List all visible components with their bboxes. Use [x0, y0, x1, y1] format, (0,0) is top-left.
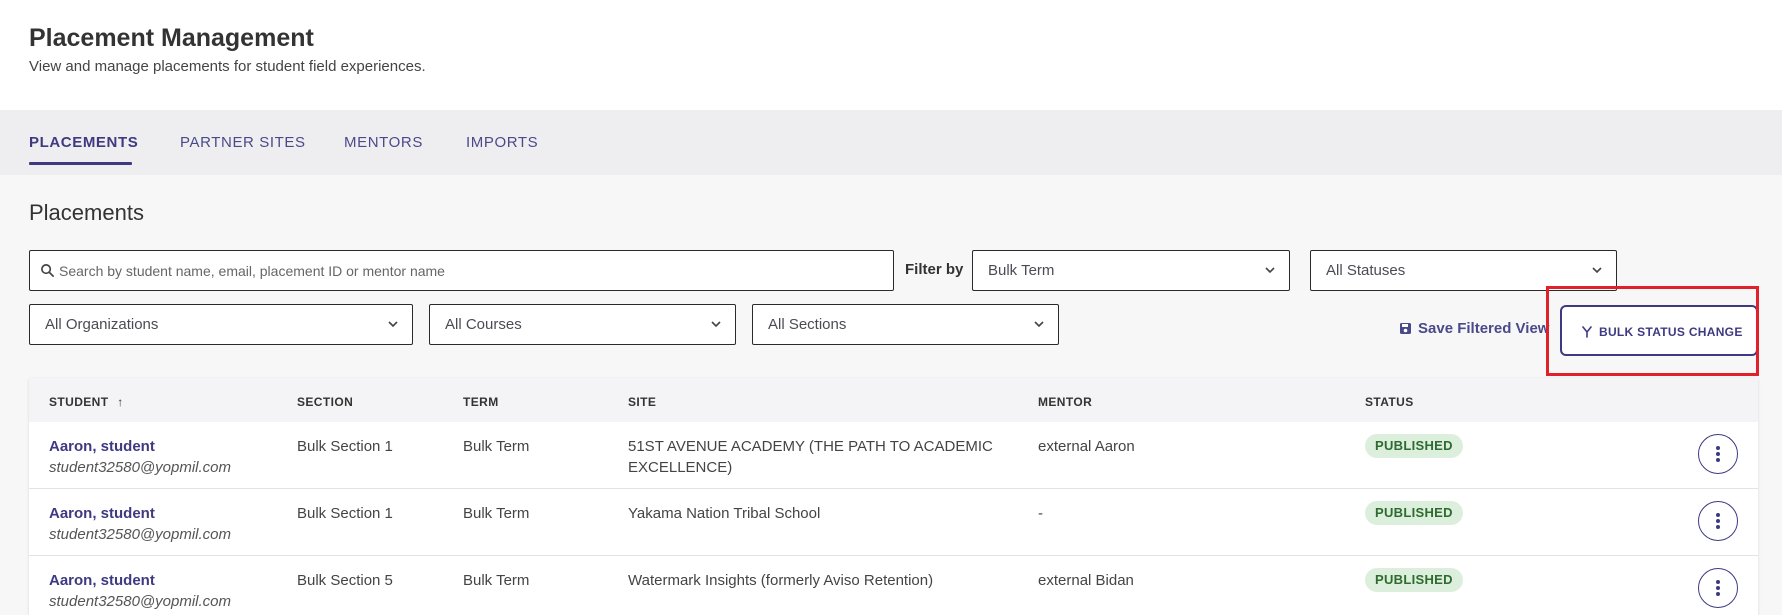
status-badge: PUBLISHED — [1365, 568, 1463, 592]
save-filtered-view-label: Save Filtered View — [1418, 320, 1550, 337]
student-cell: Aaron, student student32580@yopmil.com — [49, 436, 231, 478]
placements-table: STUDENT ↑ SECTION TERM SITE MENTOR STATU… — [29, 378, 1758, 615]
section-cell: Bulk Section 1 — [297, 438, 393, 455]
site-line: Watermark Insights (formerly Aviso Reten… — [628, 572, 934, 589]
status-select-value: All Statuses — [1326, 262, 1406, 279]
mentor-cell: external Aaron — [1038, 438, 1135, 455]
row-actions-button[interactable] — [1698, 568, 1738, 608]
student-name-link[interactable]: Aaron, student — [49, 570, 231, 591]
column-header-term[interactable]: TERM — [463, 395, 499, 409]
site-line: EXCELLENCE) — [628, 459, 733, 476]
table-row: Aaron, student student32580@yopmil.com B… — [29, 422, 1758, 489]
tab-imports[interactable]: IMPORTS — [466, 134, 538, 151]
chevron-down-icon — [1265, 267, 1275, 274]
chevron-down-icon — [711, 321, 721, 328]
student-cell: Aaron, student student32580@yopmil.com — [49, 570, 231, 612]
section-title: Placements — [29, 200, 144, 225]
tab-partner-sites[interactable]: PARTNER SITES — [180, 134, 306, 151]
page-header: Placement Management View and manage pla… — [0, 0, 1782, 110]
page-subtitle: View and manage placements for student f… — [29, 58, 426, 75]
site-line: Yakama Nation Tribal School — [628, 505, 821, 522]
site-cell: Yakama Nation Tribal School — [628, 503, 820, 524]
term-cell: Bulk Term — [463, 505, 530, 522]
save-filtered-view-button[interactable]: Save Filtered View — [1399, 320, 1549, 337]
student-email: student32580@yopmil.com — [49, 459, 231, 476]
term-select-value: Bulk Term — [988, 262, 1055, 279]
organization-select[interactable]: All Organizations — [29, 304, 413, 345]
chevron-down-icon — [388, 321, 398, 328]
mentor-cell: external Bidan — [1038, 572, 1134, 589]
chevron-down-icon — [1034, 321, 1044, 328]
row-actions-button[interactable] — [1698, 501, 1738, 541]
term-cell: Bulk Term — [463, 438, 530, 455]
section-cell: Bulk Section 5 — [297, 572, 393, 589]
site-cell: Watermark Insights (formerly Aviso Reten… — [628, 570, 933, 591]
student-name-link[interactable]: Aaron, student — [49, 436, 231, 457]
bulk-status-change-button[interactable]: BULK STATUS CHANGE — [1560, 305, 1758, 356]
column-header-section[interactable]: SECTION — [297, 395, 353, 409]
site-cell: 51ST AVENUE ACADEMY (THE PATH TO ACADEMI… — [628, 436, 993, 478]
table-row: Aaron, student student32580@yopmil.com B… — [29, 556, 1758, 615]
sort-ascending-icon: ↑ — [117, 395, 124, 409]
tab-bar: PLACEMENTS PARTNER SITES MENTORS IMPORTS — [0, 110, 1782, 175]
merge-icon — [1582, 326, 1592, 338]
table-row: Aaron, student student32580@yopmil.com B… — [29, 489, 1758, 556]
page-title: Placement Management — [29, 24, 314, 52]
search-placeholder: Search by student name, email, placement… — [59, 263, 445, 279]
column-header-student-label: STUDENT — [49, 395, 109, 409]
save-icon — [1400, 323, 1411, 334]
more-vertical-icon — [1716, 580, 1720, 596]
row-actions-button[interactable] — [1698, 434, 1738, 474]
tab-placements[interactable]: PLACEMENTS — [29, 134, 138, 151]
course-select-value: All Courses — [445, 316, 522, 333]
column-header-status[interactable]: STATUS — [1365, 395, 1414, 409]
site-line: 51ST AVENUE ACADEMY (THE PATH TO ACADEMI… — [628, 438, 993, 455]
course-select[interactable]: All Courses — [429, 304, 736, 345]
search-input[interactable]: Search by student name, email, placement… — [29, 250, 894, 291]
mentor-cell: - — [1038, 505, 1043, 522]
active-tab-indicator — [29, 162, 132, 165]
more-vertical-icon — [1716, 446, 1720, 462]
tab-mentors[interactable]: MENTORS — [344, 134, 423, 151]
column-header-site[interactable]: SITE — [628, 395, 656, 409]
section-select-value: All Sections — [768, 316, 847, 333]
status-badge: PUBLISHED — [1365, 501, 1463, 525]
status-badge: PUBLISHED — [1365, 434, 1463, 458]
search-icon — [41, 264, 54, 277]
student-email: student32580@yopmil.com — [49, 526, 231, 543]
term-select[interactable]: Bulk Term — [972, 250, 1290, 291]
section-cell: Bulk Section 1 — [297, 505, 393, 522]
term-cell: Bulk Term — [463, 572, 530, 589]
column-header-student[interactable]: STUDENT ↑ — [49, 395, 124, 409]
student-email: student32580@yopmil.com — [49, 593, 231, 610]
status-select[interactable]: All Statuses — [1310, 250, 1617, 291]
more-vertical-icon — [1716, 513, 1720, 529]
bulk-status-change-label: BULK STATUS CHANGE — [1599, 325, 1743, 339]
chevron-down-icon — [1592, 267, 1602, 274]
filter-by-label: Filter by — [905, 261, 964, 278]
student-name-link[interactable]: Aaron, student — [49, 503, 231, 524]
section-select[interactable]: All Sections — [752, 304, 1059, 345]
table-header: STUDENT ↑ SECTION TERM SITE MENTOR STATU… — [29, 378, 1758, 422]
column-header-mentor[interactable]: MENTOR — [1038, 395, 1092, 409]
organization-select-value: All Organizations — [45, 316, 159, 333]
student-cell: Aaron, student student32580@yopmil.com — [49, 503, 231, 545]
